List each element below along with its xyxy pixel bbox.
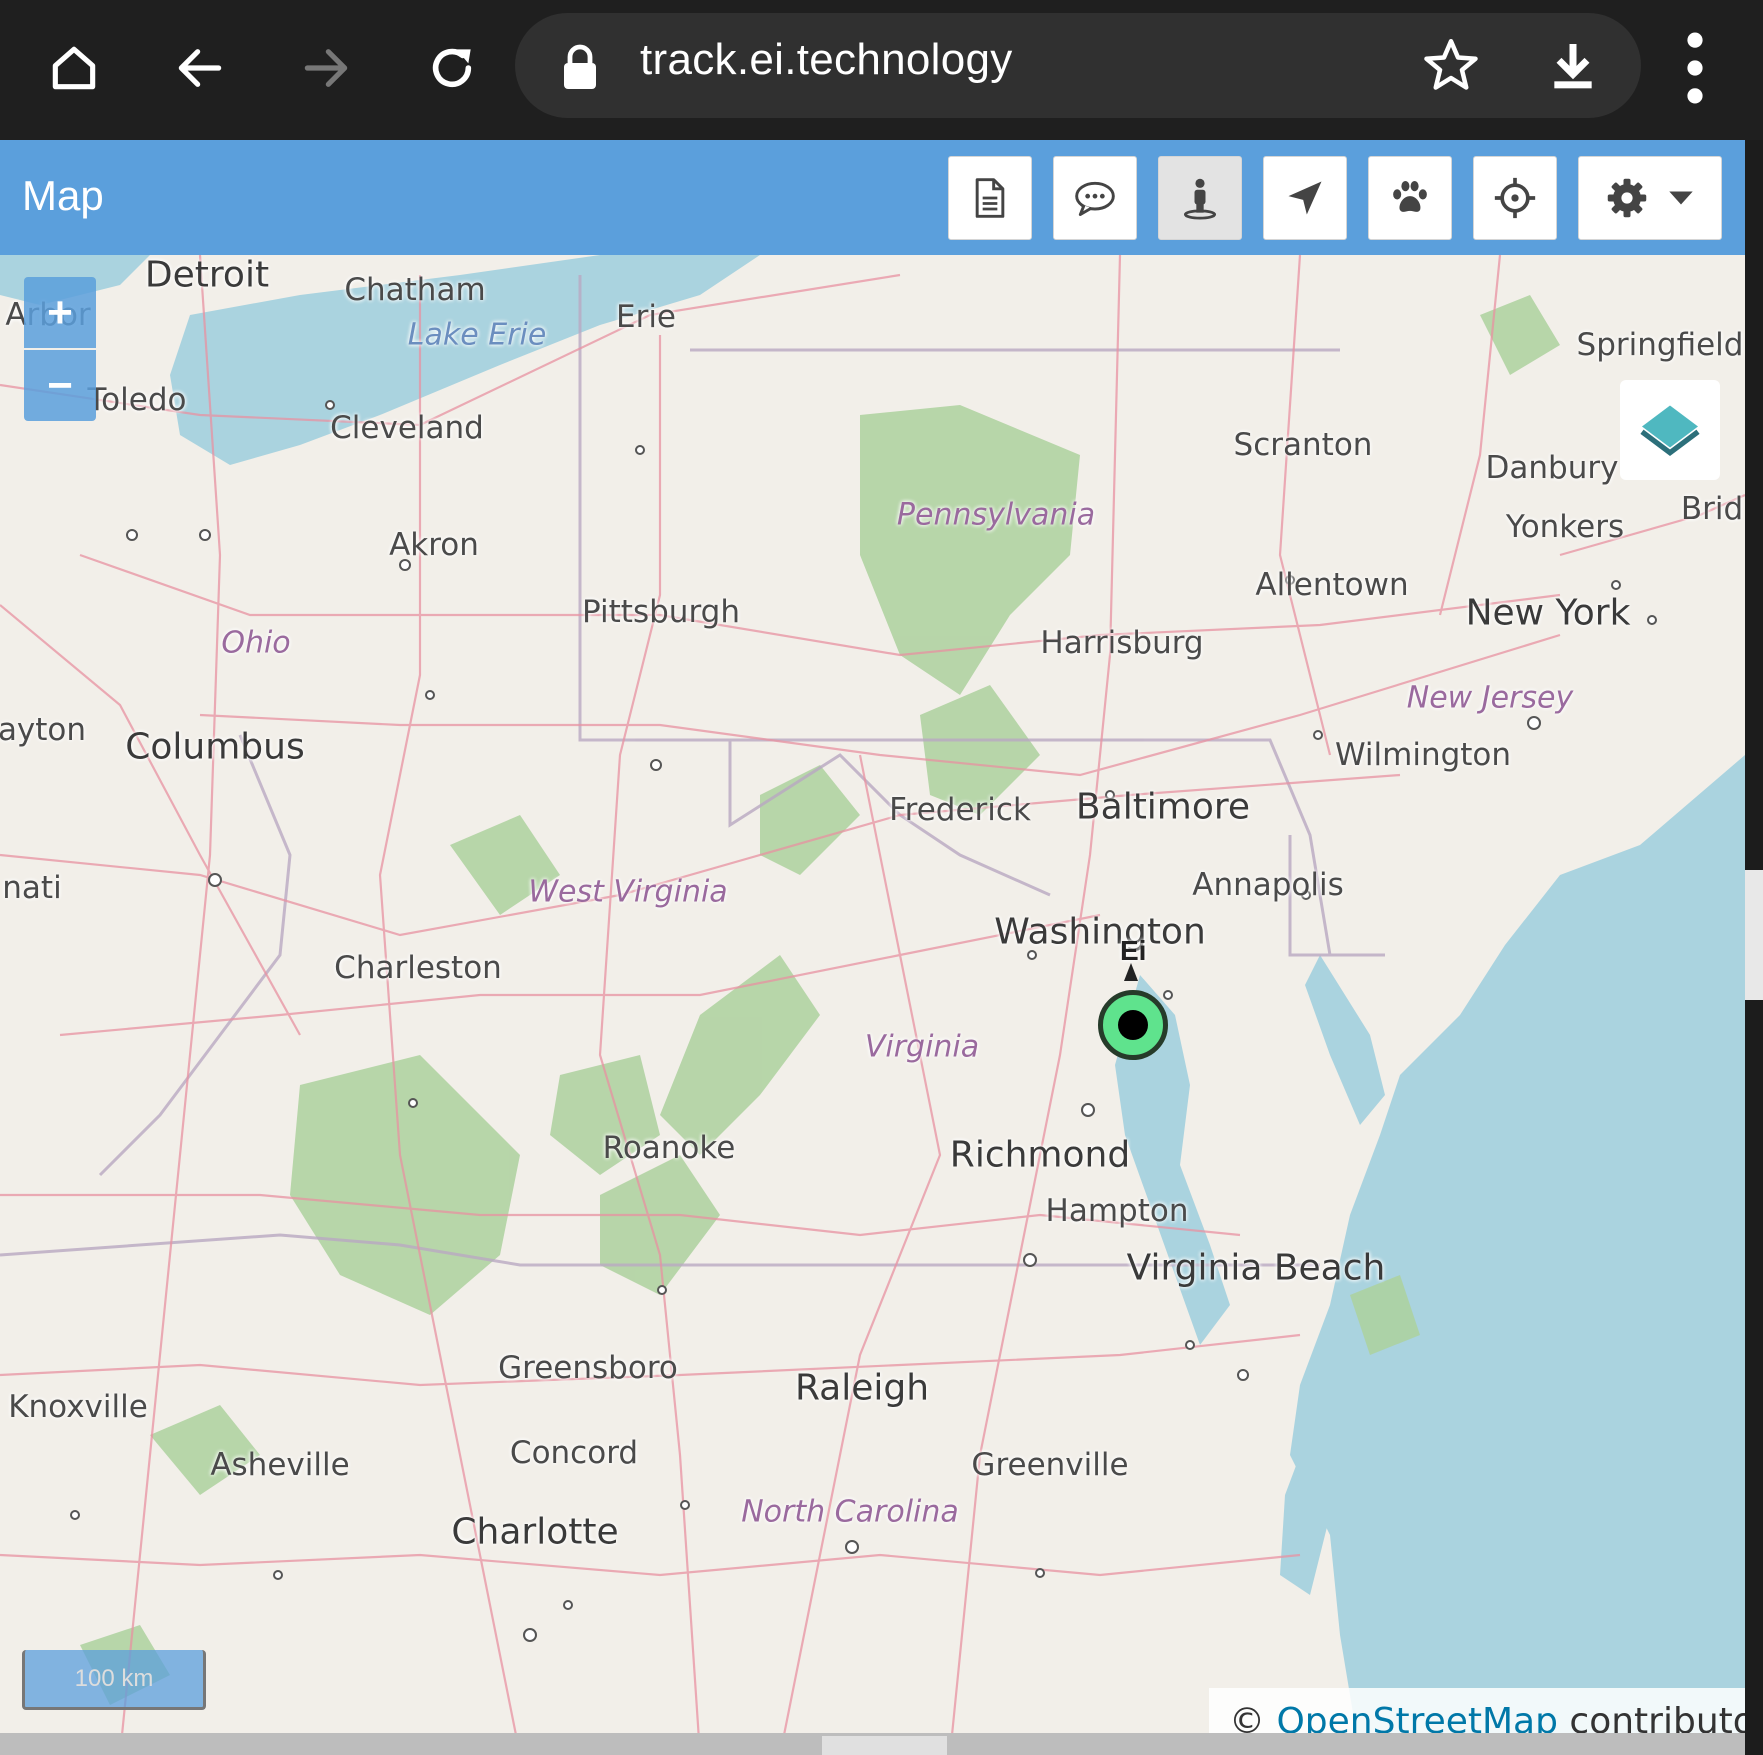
zoom-in-button[interactable]: + [24, 277, 96, 348]
place-label: Toledo [87, 382, 187, 418]
place-label: Virginia [864, 1029, 980, 1065]
locate-button[interactable] [1473, 156, 1557, 240]
gear-icon [1607, 178, 1647, 218]
place-label: Brid [1680, 491, 1744, 527]
more-menu-icon[interactable] [1670, 30, 1720, 106]
layers-button[interactable] [1620, 380, 1720, 480]
app-header: Map [0, 140, 1745, 255]
place-label: Allentown [1255, 567, 1409, 603]
lock-icon [564, 44, 596, 89]
scale-bar: 100 km [22, 1650, 206, 1710]
side-panel-handle[interactable] [1745, 870, 1763, 1000]
place-label: Chatham [344, 272, 486, 308]
browser-toolbar: track.ei.technology [0, 0, 1763, 140]
place-label: New York [1465, 592, 1631, 634]
pet-button[interactable] [1368, 156, 1452, 240]
url-text[interactable]: track.ei.technology [640, 35, 1013, 85]
place-label: Charleston [334, 950, 502, 986]
download-icon[interactable] [1545, 37, 1601, 93]
place-label: Roanoke [602, 1130, 736, 1166]
navigate-button[interactable] [1263, 156, 1347, 240]
bottom-panel-handle[interactable] [822, 1736, 947, 1755]
place-label: Wilmington [1334, 737, 1512, 773]
place-label: Columbus [125, 726, 305, 768]
navigation-arrow-icon [1288, 181, 1322, 215]
place-label: nati [2, 870, 62, 906]
place-label: Scranton [1233, 427, 1373, 463]
place-label: Hampton [1045, 1193, 1189, 1229]
bookmark-star-icon[interactable] [1421, 35, 1481, 95]
place-label: Pittsburgh [582, 594, 740, 630]
report-button[interactable] [948, 156, 1032, 240]
place-label: Annapolis [1192, 867, 1344, 903]
location-marker[interactable] [1098, 990, 1168, 1060]
place-label: Ohio [221, 625, 291, 661]
place-label: North Carolina [741, 1494, 959, 1530]
layers-icon [1640, 405, 1700, 457]
back-arrow-icon[interactable] [152, 20, 248, 116]
app-window: Map Detroit Chatham Lake Erie Erie Toled… [0, 140, 1745, 1755]
place-label: Lake Erie [407, 317, 547, 353]
person-button[interactable] [1158, 156, 1242, 240]
place-label: Concord [509, 1435, 639, 1471]
person-icon [1183, 178, 1217, 220]
zoom-out-button[interactable]: − [24, 350, 96, 421]
place-label: Virginia Beach [1126, 1247, 1386, 1289]
place-label: Asheville [210, 1447, 350, 1483]
paw-icon [1393, 180, 1427, 212]
place-label: Cleveland [330, 410, 484, 446]
place-label: Harrisburg [1040, 625, 1204, 661]
place-label: West Virginia [528, 874, 728, 910]
chat-button[interactable] [1053, 156, 1137, 240]
page-title: Map [22, 172, 104, 219]
reload-icon[interactable] [404, 20, 500, 116]
map-tiles [0, 255, 1745, 1755]
place-label: Charlotte [451, 1511, 619, 1553]
address-bar[interactable]: track.ei.technology [515, 13, 1641, 118]
place-label: ayton [0, 712, 87, 748]
place-label: New Jersey [1406, 680, 1574, 716]
map-view[interactable]: Detroit Chatham Arbor Lake Erie Erie Tol… [0, 255, 1745, 1755]
marker-center-dot [1118, 1010, 1148, 1040]
place-label: Danbury [1485, 450, 1619, 486]
place-label: Akron [389, 527, 479, 563]
place-label: Richmond [949, 1134, 1131, 1176]
chevron-down-icon [1669, 191, 1693, 205]
document-icon [975, 178, 1005, 218]
home-icon[interactable] [26, 20, 122, 116]
place-label: Pennsylvania [896, 497, 1096, 533]
settings-dropdown[interactable] [1578, 156, 1722, 240]
place-label: Yonkers [1505, 509, 1625, 545]
place-label: Baltimore [1075, 786, 1251, 828]
place-label: Knoxville [8, 1389, 148, 1425]
place-label: Detroit [144, 255, 270, 296]
place-label: Greenville [971, 1447, 1129, 1483]
place-label: Springfield [1576, 327, 1744, 363]
place-label: Frederick [889, 792, 1031, 828]
place-label: Washington [994, 911, 1206, 953]
heading-arrow-icon [1124, 963, 1138, 981]
zoom-control: + − [24, 277, 96, 421]
place-label: Erie [615, 299, 677, 335]
place-label: Greensboro [498, 1350, 678, 1386]
forward-arrow-icon[interactable] [278, 20, 374, 116]
place-label: Raleigh [794, 1367, 930, 1409]
chat-bubble-icon [1075, 181, 1115, 216]
crosshair-icon [1494, 177, 1536, 219]
